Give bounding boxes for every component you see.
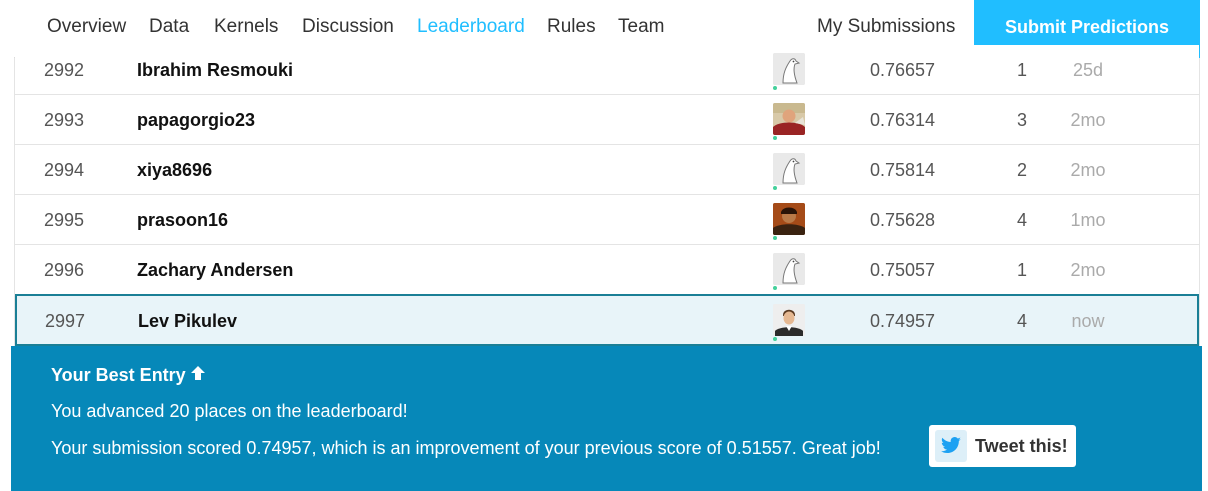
default-goose-avatar-icon[interactable] — [773, 253, 805, 285]
user-photo-avatar-icon[interactable] — [773, 304, 805, 336]
current-user-row[interactable]: 2997 Lev Pikulev 0.74957 4 now — [15, 294, 1199, 346]
online-status-dot — [773, 286, 777, 290]
default-goose-avatar-icon[interactable] — [773, 53, 805, 85]
online-status-dot — [773, 337, 777, 341]
entries-cell: 2 — [1016, 160, 1027, 180]
rank-cell: 2992 — [44, 60, 85, 80]
team-name-link[interactable]: Ibrahim Resmouki — [137, 45, 293, 95]
online-status-dot — [773, 236, 777, 240]
rank-cell: 2996 — [44, 260, 85, 280]
entries-cell: 1 — [1016, 260, 1027, 280]
team-name-link[interactable]: prasoon16 — [137, 195, 228, 245]
twitter-bird-icon — [935, 430, 967, 462]
team-name-link[interactable]: Lev Pikulev — [138, 296, 237, 346]
best-entry-banner: Your Best Entry You advanced 20 places o… — [11, 346, 1202, 491]
score-cell: 0.74957 — [870, 311, 936, 331]
score-cell: 0.75628 — [870, 210, 936, 230]
rank-cell: 2997 — [45, 311, 86, 331]
entries-cell: 3 — [1016, 110, 1027, 130]
rank-cell: 2995 — [44, 210, 85, 230]
last-submission-cell: 2mo — [1070, 260, 1106, 280]
user-photo-avatar-icon[interactable] — [773, 203, 805, 235]
leaderboard-table: 2992 Ibrahim Resmouki 0.76657 1 25d 2993… — [14, 45, 1200, 346]
score-cell: 0.76314 — [870, 110, 936, 130]
advancement-message: You advanced 20 places on the leaderboar… — [51, 401, 408, 421]
last-submission-cell: 1mo — [1070, 210, 1106, 230]
banner-title-text: Your Best Entry — [51, 365, 186, 385]
table-row[interactable]: 2994 xiya8696 0.75814 2 2mo — [15, 145, 1199, 195]
table-row[interactable]: 2996 Zachary Andersen 0.75057 1 2mo — [15, 245, 1199, 295]
team-name-link[interactable]: xiya8696 — [137, 145, 212, 195]
score-cell: 0.75057 — [870, 260, 936, 280]
tweet-button-label: Tweet this! — [975, 435, 1068, 456]
score-cell: 0.75814 — [870, 160, 936, 180]
tweet-button[interactable]: Tweet this! — [929, 425, 1076, 467]
score-cell: 0.76657 — [870, 60, 936, 80]
arrow-up-icon — [190, 365, 206, 386]
online-status-dot — [773, 86, 777, 90]
entries-cell: 4 — [1016, 210, 1027, 230]
team-name-link[interactable]: Zachary Andersen — [137, 245, 293, 295]
table-row[interactable]: 2993 papagorgio23 0.76314 3 2mo — [15, 95, 1199, 145]
score-improvement-message: Your submission scored 0.74957, which is… — [51, 438, 881, 458]
last-submission-cell: 2mo — [1070, 110, 1106, 130]
last-submission-cell: 25d — [1072, 60, 1104, 80]
user-photo-avatar-icon[interactable] — [773, 103, 805, 135]
last-submission-cell: now — [1071, 311, 1105, 331]
online-status-dot — [773, 186, 777, 190]
entries-cell: 1 — [1016, 60, 1027, 80]
rank-cell: 2994 — [44, 160, 85, 180]
table-row[interactable]: 2995 prasoon16 0.75628 4 1mo — [15, 195, 1199, 245]
team-name-link[interactable]: papagorgio23 — [137, 95, 255, 145]
entries-cell: 4 — [1016, 311, 1027, 331]
banner-title: Your Best Entry — [51, 365, 206, 386]
last-submission-cell: 2mo — [1070, 160, 1106, 180]
rank-cell: 2993 — [44, 110, 85, 130]
table-row[interactable]: 2992 Ibrahim Resmouki 0.76657 1 25d — [15, 45, 1199, 95]
online-status-dot — [773, 136, 777, 140]
default-goose-avatar-icon[interactable] — [773, 153, 805, 185]
